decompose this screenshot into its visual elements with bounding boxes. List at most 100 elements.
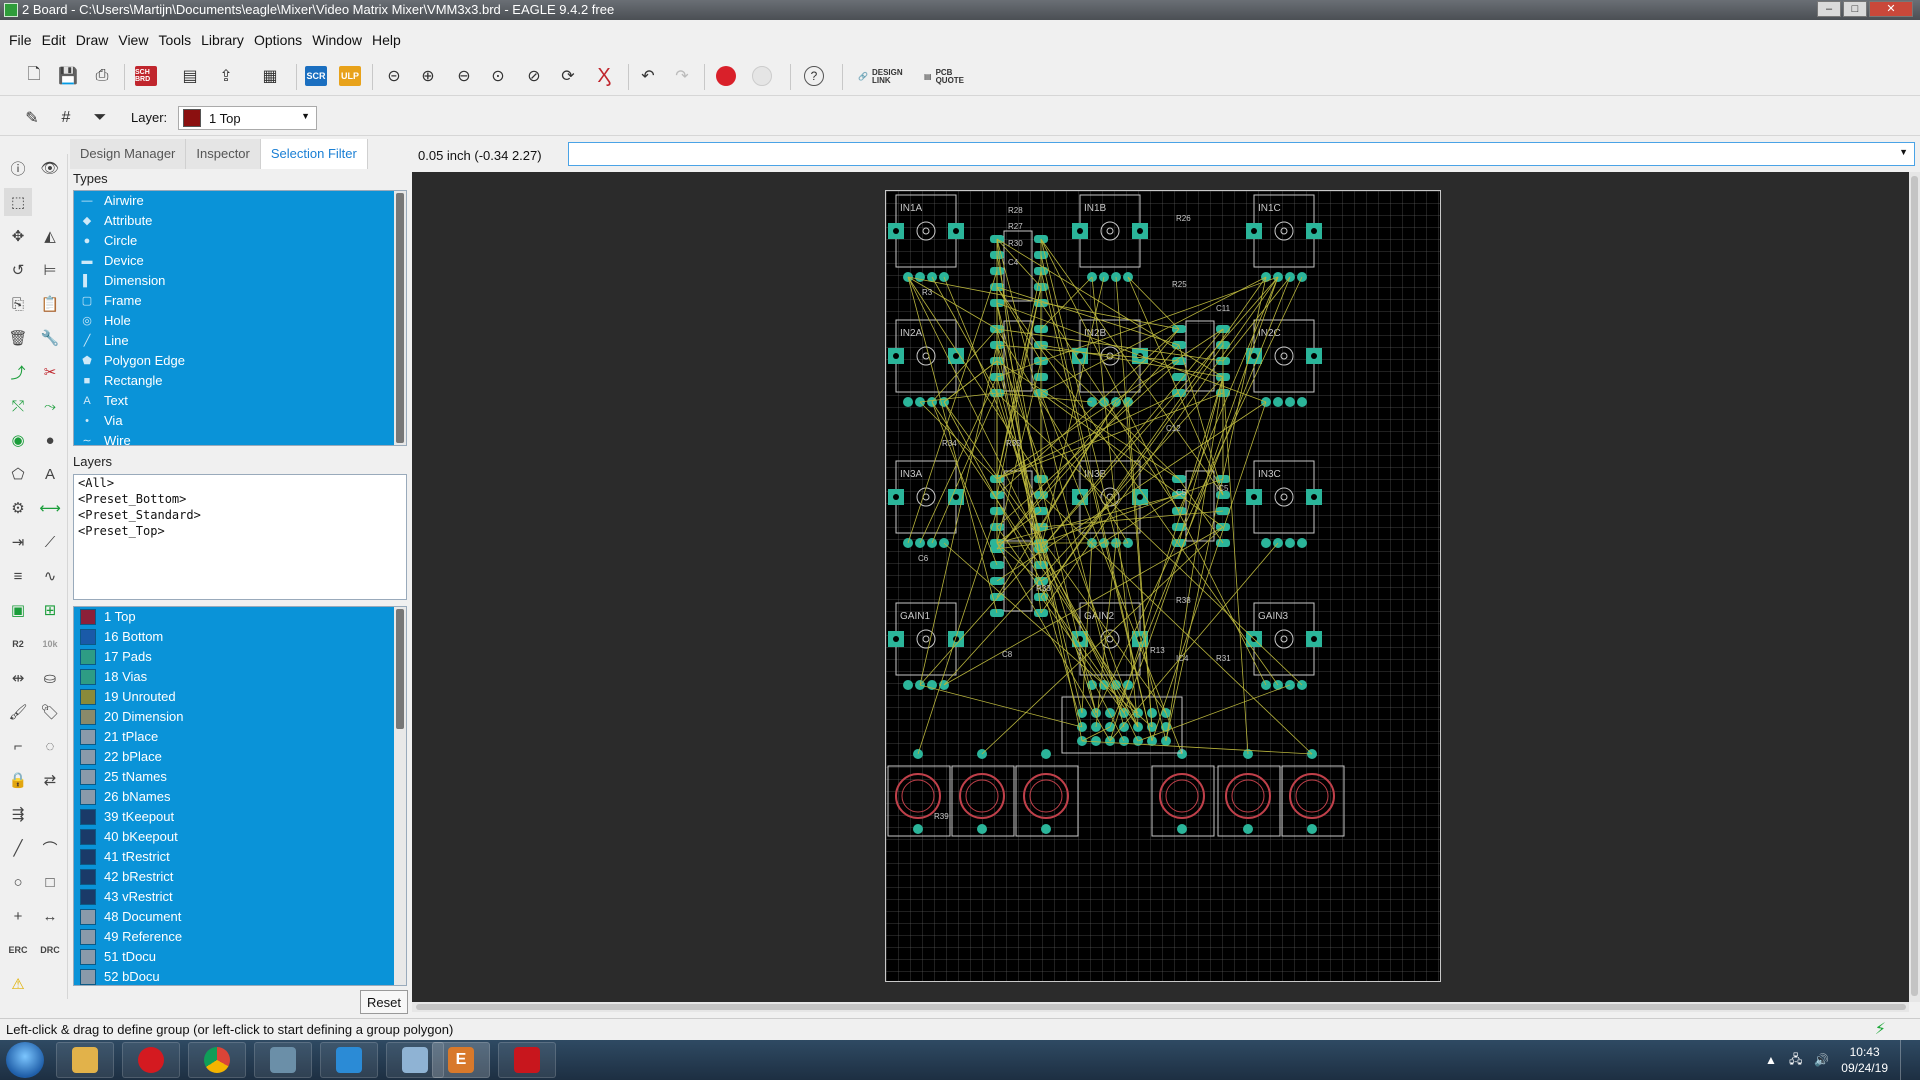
lock-group-icon[interactable]: ⛀ — [36, 664, 64, 692]
ratsnest-icon[interactable]: Ӽ — [590, 62, 618, 90]
menu-options[interactable]: Options — [249, 28, 307, 52]
connector-inner-ring[interactable] — [1165, 779, 1199, 813]
layer-preset-item[interactable]: <Preset_Standard> — [74, 507, 406, 523]
label-icon[interactable]: 🏷 — [36, 698, 64, 726]
move-icon[interactable]: ✥ — [4, 222, 32, 250]
filter-icon[interactable]: ⏷ — [86, 104, 114, 132]
grid-icon[interactable]: # — [52, 104, 80, 132]
pad[interactable] — [1041, 749, 1051, 759]
jack-center[interactable] — [922, 227, 930, 235]
new-file-icon[interactable]: 🗋 — [20, 62, 48, 90]
type-item[interactable]: A Text — [74, 391, 406, 411]
jack-shaft[interactable] — [1274, 346, 1294, 366]
print-icon[interactable]: ⎙ — [88, 62, 116, 90]
signal-icon[interactable]: ⟷ — [36, 494, 64, 522]
type-item[interactable]: ⬟ Polygon Edge — [74, 351, 406, 371]
jack-label[interactable]: IN1C — [1258, 203, 1281, 214]
preset-list[interactable]: <All> <Preset_Bottom> <Preset_Standard> <Pr… — [73, 474, 407, 600]
autorouter-icon[interactable]: ⚙ — [4, 494, 32, 522]
change-icon[interactable]: 🔧 — [36, 324, 64, 352]
replace-icon[interactable]: ⊞ — [36, 596, 64, 624]
pad-hole[interactable] — [1311, 228, 1317, 234]
jack-label[interactable]: IN1A — [900, 203, 923, 214]
jack-label[interactable]: IN1B — [1084, 203, 1107, 214]
pad-hole[interactable] — [953, 228, 959, 234]
tab-inspector[interactable]: Inspector — [186, 139, 261, 169]
jack-shaft[interactable] — [1274, 487, 1294, 507]
rotate-group-icon[interactable]: ◌ — [36, 732, 64, 760]
drc-icon[interactable]: DRC — [36, 936, 64, 964]
close-button[interactable]: ✕ — [1869, 1, 1913, 17]
smash-icon[interactable]: ≡ — [4, 562, 32, 590]
tab-design-manager[interactable]: Design Manager — [70, 139, 187, 169]
header-pad[interactable] — [1147, 708, 1157, 718]
layers-scrollbar[interactable] — [394, 607, 406, 985]
canvas-horizontal-scrollbar[interactable] — [412, 1002, 1909, 1012]
menu-view[interactable]: View — [113, 28, 153, 52]
meander-icon[interactable]: ⤳ — [36, 392, 64, 420]
move-group-icon[interactable]: ⇹ — [4, 664, 32, 692]
dimension-tool-icon[interactable]: ↔ — [36, 902, 64, 930]
reset-button[interactable]: Reset — [360, 990, 408, 1014]
connector-inner-ring[interactable] — [1295, 779, 1329, 813]
layer-item[interactable]: 17 Pads — [74, 647, 406, 667]
mirror-icon[interactable]: ◭ — [36, 222, 64, 250]
split-icon[interactable]: ⤲ — [4, 392, 32, 420]
layer-item[interactable]: 18 Vias — [74, 667, 406, 687]
layer-item[interactable]: 52 bDocu — [74, 967, 406, 985]
pad-hole[interactable] — [1137, 494, 1143, 500]
volume-icon[interactable]: 🔊 — [1814, 1053, 1829, 1067]
menu-file[interactable]: File — [4, 28, 37, 52]
connector-inner-ring[interactable] — [1029, 779, 1063, 813]
jack-shaft[interactable] — [1100, 221, 1120, 241]
jack-center[interactable] — [1106, 227, 1114, 235]
help-button[interactable]: ? — [800, 62, 828, 90]
wire-style-icon[interactable]: ✎ — [18, 104, 46, 132]
attribute-tool-icon[interactable]: ⇥ — [4, 528, 32, 556]
text-tool-icon[interactable]: A — [36, 460, 64, 488]
connector-ring[interactable] — [959, 773, 1005, 819]
pad-hole[interactable] — [953, 494, 959, 500]
layers-list[interactable]: 1 Top 16 Bottom 17 Pads 18 Vias 19 Unrouted 2… — [73, 606, 407, 986]
chevron-down-icon[interactable]: ▼ — [1899, 147, 1908, 157]
component-label[interactable]: C6 — [918, 554, 929, 563]
type-item[interactable]: ╱ Line — [74, 331, 406, 351]
component-label[interactable]: C11 — [1216, 304, 1231, 313]
tab-selection-filter[interactable]: Selection Filter — [260, 139, 368, 169]
pad-hole[interactable] — [893, 494, 899, 500]
pad[interactable] — [1041, 824, 1051, 834]
add-part-icon[interactable]: ▣ — [4, 596, 32, 624]
airwire[interactable] — [996, 542, 1111, 742]
airwire[interactable] — [1137, 684, 1291, 742]
pad[interactable] — [1297, 397, 1307, 407]
board-icon[interactable]: ▦ — [256, 62, 284, 90]
pad[interactable] — [913, 824, 923, 834]
jack-shaft[interactable] — [1274, 221, 1294, 241]
type-item[interactable]: ■ Rectangle — [74, 371, 406, 391]
show-desktop-button[interactable] — [1900, 1040, 1912, 1080]
component-label[interactable]: C12 — [1166, 424, 1181, 433]
menu-library[interactable]: Library — [196, 28, 249, 52]
paint-icon[interactable]: 🖌 — [4, 698, 32, 726]
menu-edit[interactable]: Edit — [37, 28, 71, 52]
airwire[interactable] — [1127, 401, 1153, 728]
layer-item[interactable]: 20 Dimension — [74, 707, 406, 727]
pad-hole[interactable] — [1137, 228, 1143, 234]
go-icon[interactable] — [748, 62, 776, 90]
component-label[interactable]: R25 — [1172, 280, 1187, 289]
delete-icon[interactable]: 🗑 — [4, 324, 32, 352]
jack-center[interactable] — [1280, 493, 1288, 501]
info-icon[interactable]: ⓘ — [4, 154, 32, 182]
airwire[interactable] — [1081, 740, 1313, 755]
pad[interactable] — [915, 272, 925, 282]
pad-hole[interactable] — [893, 353, 899, 359]
route-icon[interactable]: ⤴ — [4, 358, 32, 386]
pad[interactable] — [1273, 397, 1283, 407]
command-line-input[interactable]: ▼ — [568, 142, 1915, 166]
rectangle-tool-icon[interactable]: □ — [36, 868, 64, 896]
pad-hole[interactable] — [1311, 494, 1317, 500]
layer-item[interactable]: 16 Bottom — [74, 627, 406, 647]
component-label[interactable]: C5 — [1176, 488, 1187, 497]
rotate-icon[interactable]: ↺ — [4, 256, 32, 284]
pad-hole[interactable] — [953, 353, 959, 359]
